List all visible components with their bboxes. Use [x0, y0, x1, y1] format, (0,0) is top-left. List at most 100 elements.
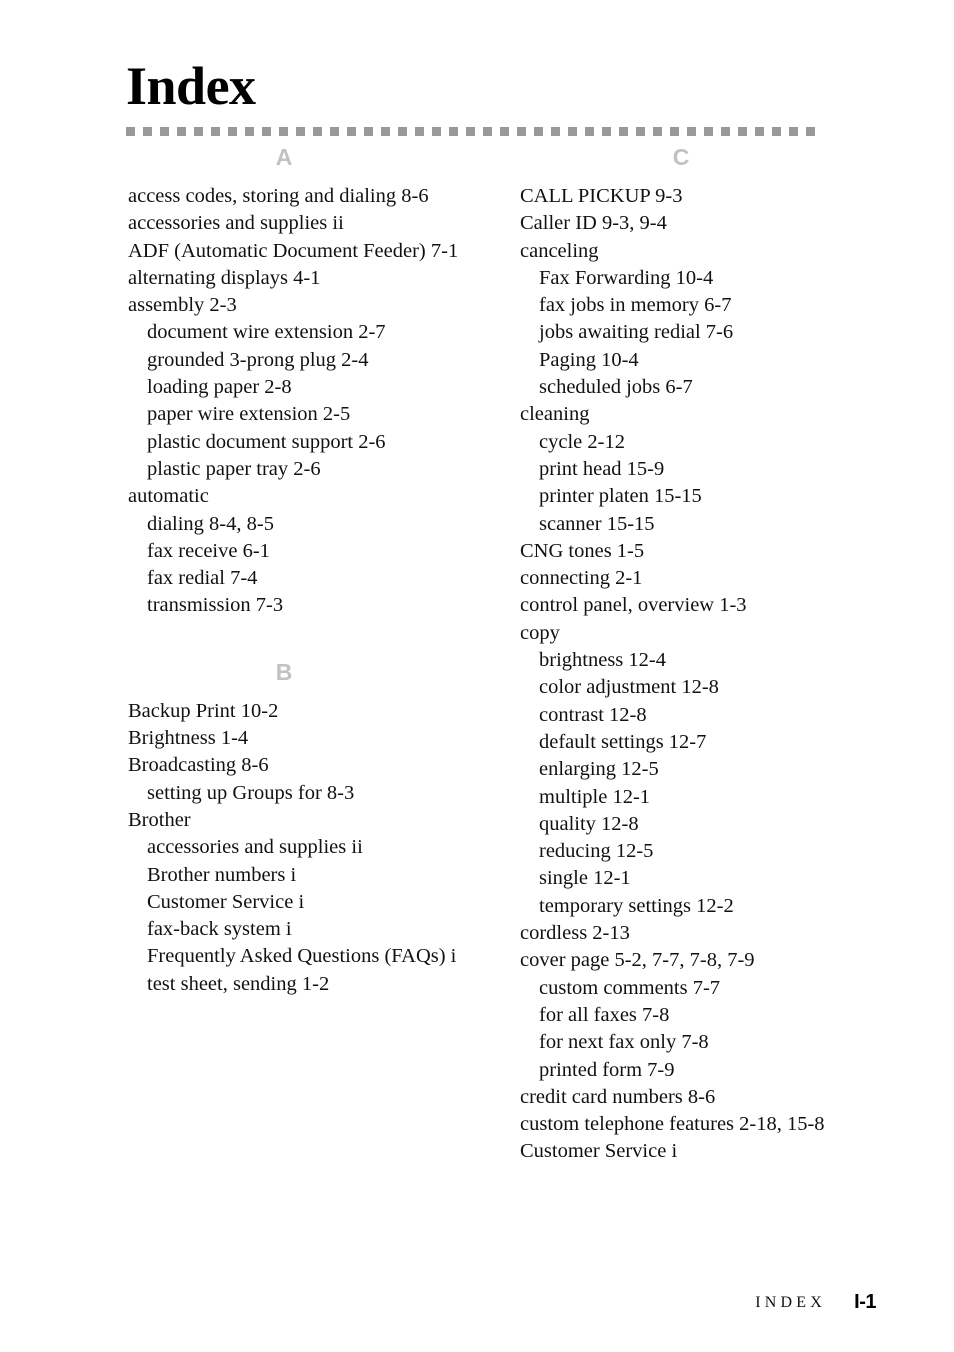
left-column: Aaccess codes, storing and dialing 8-6 ac…	[128, 143, 518, 998]
rule-dash-square	[449, 127, 458, 136]
index-entry: Brightness 1-4	[128, 727, 249, 750]
rule-dash-square	[262, 127, 271, 136]
index-subentry: Customer Service i	[147, 890, 305, 913]
index-subentry: plastic paper tray 2-6	[147, 457, 321, 480]
index-subentry: brightness 12-4	[539, 649, 666, 672]
index-subentry: dialing 8-4, 8-5	[147, 512, 274, 535]
rule-dash-square	[602, 127, 611, 136]
rule-dash-square	[687, 127, 696, 136]
index-entry: accessories and supplies ii	[128, 212, 344, 235]
index-subentry: jobs awaiting redial 7-6	[539, 321, 734, 344]
rule-dash-square	[534, 127, 543, 136]
footer-page-number: I-1	[854, 1291, 876, 1313]
index-section-c: C CALL PICKUP 9-3 Caller ID 9-3, 9-4 cancel…	[520, 143, 910, 1166]
index-section-b: B Backup Print 10-2 Brightness 1-4 Broadcas…	[128, 658, 518, 998]
index-subentry: fax redial 7-4	[147, 567, 258, 590]
page-footer: INDEX I-1	[0, 1291, 954, 1324]
index-subentry: scheduled jobs 6-7	[539, 376, 693, 399]
index-entry: cleaning	[520, 403, 590, 426]
index-entry: Brother	[128, 808, 191, 831]
rule-dash-square	[364, 127, 373, 136]
index-subentry: setting up Groups for 8-3	[147, 781, 355, 804]
index-entry: canceling	[520, 239, 599, 262]
index-entry: custom telephone features 2-18, 15-8	[520, 1113, 825, 1136]
index-entry-list: Backup Print 10-2 Brightness 1-4 Broadcast…	[128, 698, 518, 998]
index-entry: credit card numbers 8-6	[520, 1085, 716, 1108]
rule-dash-square	[568, 127, 577, 136]
index-subentry: transmission 7-3	[147, 594, 284, 617]
index-subentry: Fax Forwarding 10-4	[539, 266, 714, 289]
rule-dash-square	[738, 127, 747, 136]
rule-dash-square	[313, 127, 322, 136]
index-entry: Backup Print 10-2	[128, 699, 279, 722]
index-subentry: paper wire extension 2-5	[147, 403, 351, 426]
rule-dash-square	[670, 127, 679, 136]
rule-dash-square	[789, 127, 798, 136]
index-entry: alternating displays 4-1	[128, 266, 321, 289]
index-section-a: Aaccess codes, storing and dialing 8-6 ac…	[128, 143, 518, 620]
index-subentry: temporary settings 12-2	[539, 894, 734, 917]
rule-dash-square	[347, 127, 356, 136]
index-entry: control panel, overview 1-3	[520, 594, 747, 617]
rule-dash-square	[466, 127, 475, 136]
index-subentry: document wire extension 2-7	[147, 321, 386, 344]
index-subentry: enlarging 12-5	[539, 758, 659, 781]
index-subentry: color adjustment 12-8	[539, 676, 719, 699]
index-subentry: fax receive 6-1	[147, 539, 270, 562]
index-subentry: cycle 2-12	[539, 430, 625, 453]
index-entry: connecting 2-1	[520, 567, 643, 590]
index-entry: CNG tones 1-5	[520, 539, 645, 562]
footer-label: INDEX	[755, 1294, 826, 1311]
index-entry: automatic	[128, 485, 209, 508]
rule-dash-square	[211, 127, 220, 136]
rule-dash-square	[585, 127, 594, 136]
rule-dash-square	[806, 127, 815, 136]
rule-dash-square	[721, 127, 730, 136]
index-subentry: loading paper 2-8	[147, 376, 292, 399]
index-subentry: custom comments 7-7	[539, 976, 721, 999]
index-subentry: contrast 12-8	[539, 703, 647, 726]
index-entry: Broadcasting 8-6	[128, 754, 269, 777]
index-entry-list: access codes, storing and dialing 8-6 acc…	[128, 183, 518, 620]
index-page: Index Aaccess codes, storing and dialing…	[0, 0, 954, 1352]
index-entry: Caller ID 9-3, 9-4	[520, 212, 667, 235]
index-entry: ADF (Automatic Document Feeder) 7-1	[128, 239, 459, 262]
index-entry: access codes, storing and dialing 8-6	[128, 185, 429, 207]
index-entry: cordless 2-13	[520, 922, 630, 945]
rule-dash-square	[398, 127, 407, 136]
rule-dash-square	[483, 127, 492, 136]
index-subentry: single 12-1	[539, 867, 631, 890]
index-subentry: quality 12-8	[539, 812, 639, 835]
index-subentry: reducing 12-5	[539, 840, 654, 863]
rule-dash-square	[143, 127, 152, 136]
index-entry: CALL PICKUP 9-3	[520, 185, 683, 207]
rule-dash-square	[296, 127, 305, 136]
index-subentry: for next fax only 7-8	[539, 1031, 709, 1054]
index-subentry: Paging 10-4	[539, 348, 639, 371]
right-column: C CALL PICKUP 9-3 Caller ID 9-3, 9-4 cancel…	[520, 143, 910, 1166]
rule-dash-square	[432, 127, 441, 136]
rule-dash-square	[772, 127, 781, 136]
rule-dash-square	[381, 127, 390, 136]
index-subentry: scanner 15-15	[539, 512, 655, 535]
rule-dash-square	[228, 127, 237, 136]
index-subentry: accessories and supplies ii	[147, 836, 363, 859]
index-subentry: Brother numbers i	[147, 863, 297, 886]
index-entry: Customer Service i	[520, 1140, 678, 1163]
dashed-rule-divider	[126, 127, 874, 136]
index-subentry: fax-back system i	[147, 918, 292, 941]
rule-dash-square	[160, 127, 169, 136]
section-letter: A	[275, 144, 293, 170]
index-subentry: fax jobs in memory 6-7	[539, 294, 732, 317]
index-subentry: grounded 3-prong plug 2-4	[147, 348, 369, 371]
index-entry: cover page 5-2, 7-7, 7-8, 7-9	[520, 949, 755, 972]
index-subentry: default settings 12-7	[539, 730, 707, 753]
page-title: Index	[126, 56, 256, 116]
index-subentry: test sheet, sending 1-2	[147, 972, 330, 995]
section-letter: C	[672, 144, 690, 170]
rule-dash-square	[126, 127, 135, 136]
index-entry-list: CALL PICKUP 9-3 Caller ID 9-3, 9-4 canceli…	[520, 183, 910, 1166]
rule-dash-square	[517, 127, 526, 136]
rule-dash-square	[279, 127, 288, 136]
rule-dash-square	[194, 127, 203, 136]
